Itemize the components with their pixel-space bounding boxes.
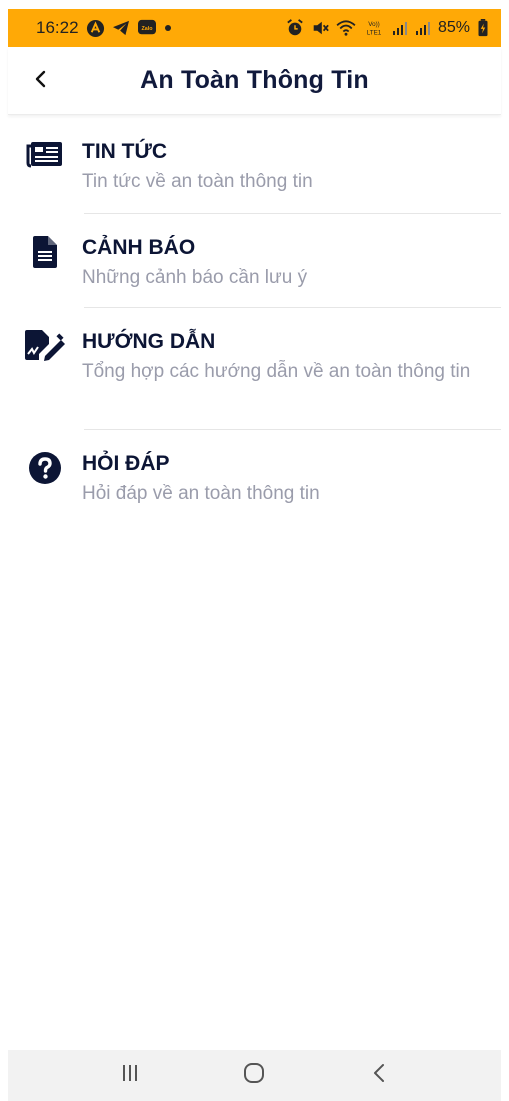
menu-item-huong-dan[interactable]: HƯỚNG DẪN Tổng hợp các hướng dẫn về an t… <box>8 308 501 430</box>
menu-item-subtitle: Tổng hợp các hướng dẫn về an toàn thông … <box>82 361 471 382</box>
app-a-icon <box>86 19 105 38</box>
menu-item-tin-tuc[interactable]: TIN TỨC Tin tức về an toàn thông tin <box>8 118 501 214</box>
home-icon <box>242 1061 266 1090</box>
menu-item-subtitle: Hỏi đáp về an toàn thông tin <box>82 483 320 504</box>
signal-icon <box>392 20 408 36</box>
zalo-icon: Zalo <box>137 19 157 37</box>
recent-apps-button[interactable] <box>100 1056 160 1096</box>
dot-icon <box>164 24 172 32</box>
screen: 16:22 Zalo Vo)) LTE1 85% An Toàn Thông T… <box>8 0 501 1101</box>
chevron-left-icon <box>34 69 48 94</box>
newspaper-icon <box>26 140 64 214</box>
menu-item-title: HỎI ĐÁP <box>82 452 170 475</box>
alarm-icon <box>286 19 304 37</box>
page-title: An Toàn Thông Tin <box>140 66 369 94</box>
battery-percent: 85% <box>437 19 470 36</box>
status-bar-right: Vo)) LTE1 85% <box>286 19 489 37</box>
volte-top-label: Vo)) <box>368 21 380 28</box>
battery-charging-icon <box>477 19 489 37</box>
zalo-label: Zalo <box>141 26 153 32</box>
status-bar: 16:22 Zalo Vo)) LTE1 85% <box>8 9 501 47</box>
document-icon <box>33 236 57 308</box>
volte-lte-icon: Vo)) LTE1 <box>363 19 385 37</box>
status-bar-left: 16:22 Zalo <box>36 18 172 38</box>
mute-icon <box>311 19 329 37</box>
menu-list: TIN TỨC Tin tức về an toàn thông tin CẢN… <box>8 118 501 520</box>
back-icon <box>372 1062 386 1089</box>
menu-item-subtitle: Những cảnh báo cần lưu ý <box>82 267 308 288</box>
signature-icon <box>25 330 65 430</box>
telegram-icon <box>112 20 130 36</box>
menu-item-subtitle: Tin tức về an toàn thông tin <box>82 171 313 192</box>
volte-bottom-label: LTE1 <box>367 29 382 36</box>
home-button[interactable] <box>224 1056 284 1096</box>
menu-item-canh-bao[interactable]: CẢNH BÁO Những cảnh báo cần lưu ý <box>8 214 501 308</box>
status-time: 16:22 <box>36 18 79 37</box>
back-button[interactable] <box>26 66 56 96</box>
menu-item-title: TIN TỨC <box>82 140 168 163</box>
menu-item-title: HƯỚNG DẪN <box>82 330 216 353</box>
app-header: An Toàn Thông Tin <box>8 47 501 115</box>
recent-apps-icon <box>120 1063 140 1088</box>
menu-item-hoi-dap[interactable]: HỎI ĐÁP Hỏi đáp về an toàn thông tin <box>8 430 501 520</box>
menu-item-title: CẢNH BÁO <box>82 236 196 259</box>
question-circle-icon <box>29 452 61 520</box>
system-nav-bar <box>8 1050 501 1101</box>
wifi-icon <box>336 20 356 36</box>
nav-back-button[interactable] <box>349 1056 409 1096</box>
signal-icon <box>415 20 431 36</box>
